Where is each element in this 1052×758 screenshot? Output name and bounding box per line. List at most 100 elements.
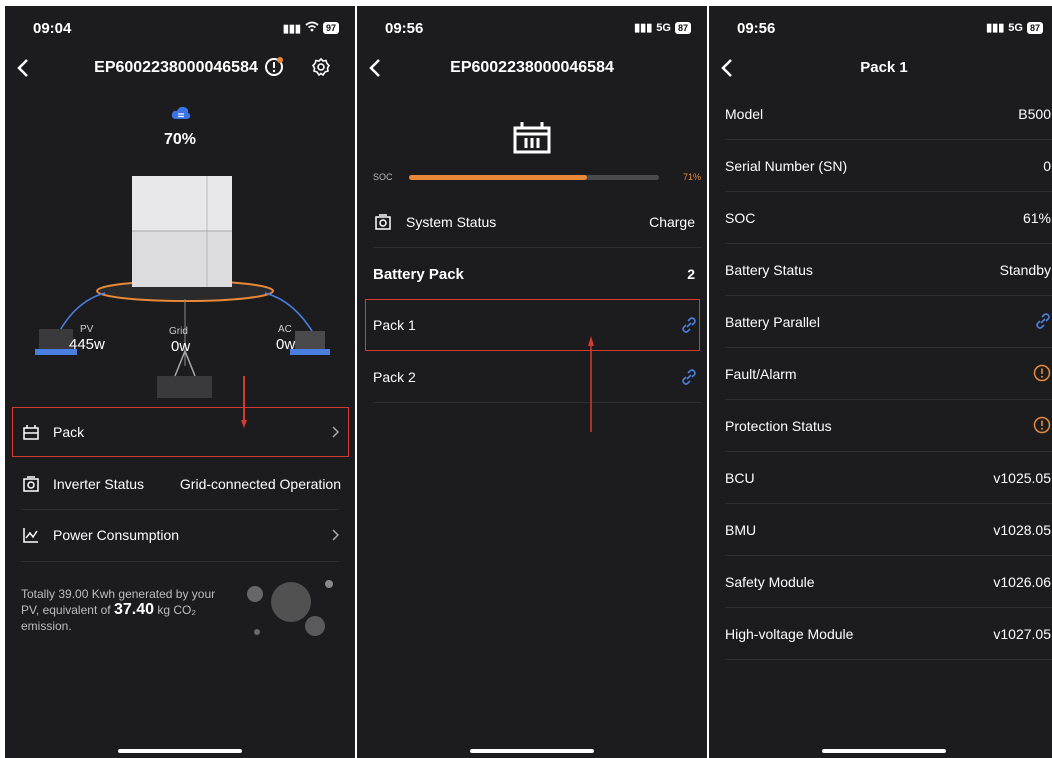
screen-battery-packs: 09:56 ▮▮▮ 5G 87 EP6002238000046584 SOC 7…	[357, 6, 707, 758]
status-icons: ▮▮▮ 5G 87	[986, 21, 1043, 34]
detail-row[interactable]: Fault/Alarm	[709, 350, 1052, 398]
home-indicator	[470, 749, 594, 753]
grid-tower-icon	[157, 376, 212, 398]
detail-label: SOC	[725, 210, 756, 226]
solar-panel-icon	[39, 329, 73, 351]
generation-summary: Totally 39.00 Kwh generated by your PV, …	[21, 586, 241, 634]
alert-icon[interactable]	[1033, 416, 1051, 437]
power-consumption-label: Power Consumption	[53, 527, 180, 543]
system-status-row: System Status Charge	[357, 200, 707, 244]
detail-label: Serial Number (SN)	[725, 158, 848, 174]
screen-device-overview: 09:04 ▮▮▮ 97 EP6002238000046584 70% PV 4…	[5, 6, 355, 758]
detail-row: Serial Number (SN) 0	[709, 142, 1052, 190]
summary-line-3: emission.	[21, 619, 72, 633]
detail-row: High-voltage Module v1027.05	[709, 610, 1052, 658]
battery-module-icon	[132, 176, 232, 231]
detail-value: 0	[1043, 158, 1051, 174]
settings-button[interactable]	[311, 57, 331, 82]
alert-icon[interactable]	[1033, 364, 1051, 385]
summary-line-1: Totally 39.00 Kwh generated by your	[21, 587, 216, 601]
inverter-status-label: Inverter Status	[53, 476, 145, 492]
inverter-icon	[23, 476, 39, 492]
soc-value: 71%	[682, 172, 701, 182]
chart-icon	[23, 528, 38, 543]
status-icons: ▮▮▮ 97	[283, 21, 339, 35]
grid-value: 0w	[171, 338, 191, 355]
signal-icon: ▮▮▮	[282, 22, 301, 35]
chevron-right-icon	[332, 529, 339, 541]
battery-pack-label: Battery Pack	[373, 265, 464, 283]
detail-row: Safety Module v1026.06	[709, 558, 1052, 606]
link-icon[interactable]	[1035, 312, 1051, 332]
screen-pack-detail: 09:56 ▮▮▮ 5G 87 Pack 1 Model B500 Serial N…	[709, 6, 1052, 758]
bubbles-decoration-icon	[247, 580, 333, 636]
status-icons: ▮▮▮ 5G 87	[634, 21, 691, 34]
home-indicator	[822, 749, 946, 753]
detail-value: Standby	[999, 262, 1051, 278]
nav-bar: Pack 1	[709, 50, 1052, 86]
detail-value: v1028.05	[993, 522, 1051, 538]
detail-value: v1026.06	[993, 574, 1051, 590]
link-icon[interactable]	[681, 369, 697, 385]
summary-text: PV, equivalent of	[21, 603, 114, 617]
detail-label: Protection Status	[725, 418, 832, 434]
page-title: EP6002238000046584	[94, 59, 258, 76]
clock-alert-icon	[265, 57, 283, 76]
detail-row: Battery Status Standby	[709, 246, 1052, 294]
pv-label: PV	[80, 324, 94, 335]
signal-icon: ▮▮▮	[986, 22, 1005, 34]
detail-row: SOC 61%	[709, 194, 1052, 242]
ac-label: AC	[278, 324, 292, 335]
system-status-value: Charge	[649, 214, 695, 230]
divider	[725, 555, 1052, 556]
gear-icon	[311, 57, 331, 77]
network-type: 5G	[1008, 21, 1023, 34]
battery-indicator: 87	[674, 21, 691, 34]
status-time: 09:56	[385, 20, 424, 37]
pack-2-label: Pack 2	[373, 369, 416, 385]
ac-device-icon	[295, 331, 325, 351]
divider	[725, 503, 1052, 504]
status-bar: 09:56 ▮▮▮ 5G 87	[709, 6, 1052, 50]
status-time: 09:04	[33, 20, 72, 37]
summary-line-2: PV, equivalent of 37.40 kg CO₂	[21, 602, 241, 618]
divider	[373, 247, 701, 248]
alert-button[interactable]	[263, 56, 285, 83]
detail-row[interactable]: Protection Status	[709, 402, 1052, 450]
battery-indicator: 97	[322, 22, 339, 34]
battery-pack-header: Battery Pack 2	[357, 252, 707, 296]
ac-value: 0w	[276, 336, 296, 353]
inverter-status-row: Inverter Status Grid-connected Operation	[5, 460, 355, 508]
wifi-icon	[305, 21, 319, 35]
soc-progress-track	[409, 175, 659, 180]
signal-icon: ▮▮▮	[634, 22, 653, 34]
cloud-icon	[171, 106, 191, 119]
network-type: 5G	[656, 21, 671, 34]
annotation-arrow-icon	[588, 336, 594, 432]
detail-row[interactable]: Battery Parallel	[709, 298, 1052, 346]
pack-2-row[interactable]: Pack 2	[357, 355, 707, 399]
nav-bar: EP6002238000046584	[5, 50, 355, 86]
detail-value: B500	[1018, 106, 1051, 122]
pv-value: 445w	[69, 336, 105, 353]
grid-label: Grid	[169, 326, 188, 337]
inverter-status-value: Grid-connected Operation	[179, 476, 341, 492]
detail-label: Model	[725, 106, 764, 122]
divider	[21, 561, 339, 562]
status-time: 09:56	[737, 20, 776, 37]
highlight-box	[12, 407, 349, 457]
detail-value: v1027.05	[993, 626, 1051, 642]
battery-indicator: 87	[1026, 21, 1043, 34]
divider	[725, 347, 1052, 348]
power-consumption-row[interactable]: Power Consumption	[5, 511, 355, 559]
system-status-label: System Status	[406, 214, 497, 230]
detail-value: v1025.05	[993, 470, 1051, 486]
nav-bar: EP6002238000046584	[357, 50, 707, 86]
home-indicator	[118, 749, 242, 753]
soc-label: SOC	[373, 172, 393, 182]
energy-flow-diagram	[35, 176, 330, 398]
soc-progress-fill	[409, 175, 587, 180]
detail-row: Model B500	[709, 90, 1052, 138]
detail-label: Fault/Alarm	[725, 366, 797, 382]
status-bar: 09:04 ▮▮▮ 97	[5, 6, 355, 50]
